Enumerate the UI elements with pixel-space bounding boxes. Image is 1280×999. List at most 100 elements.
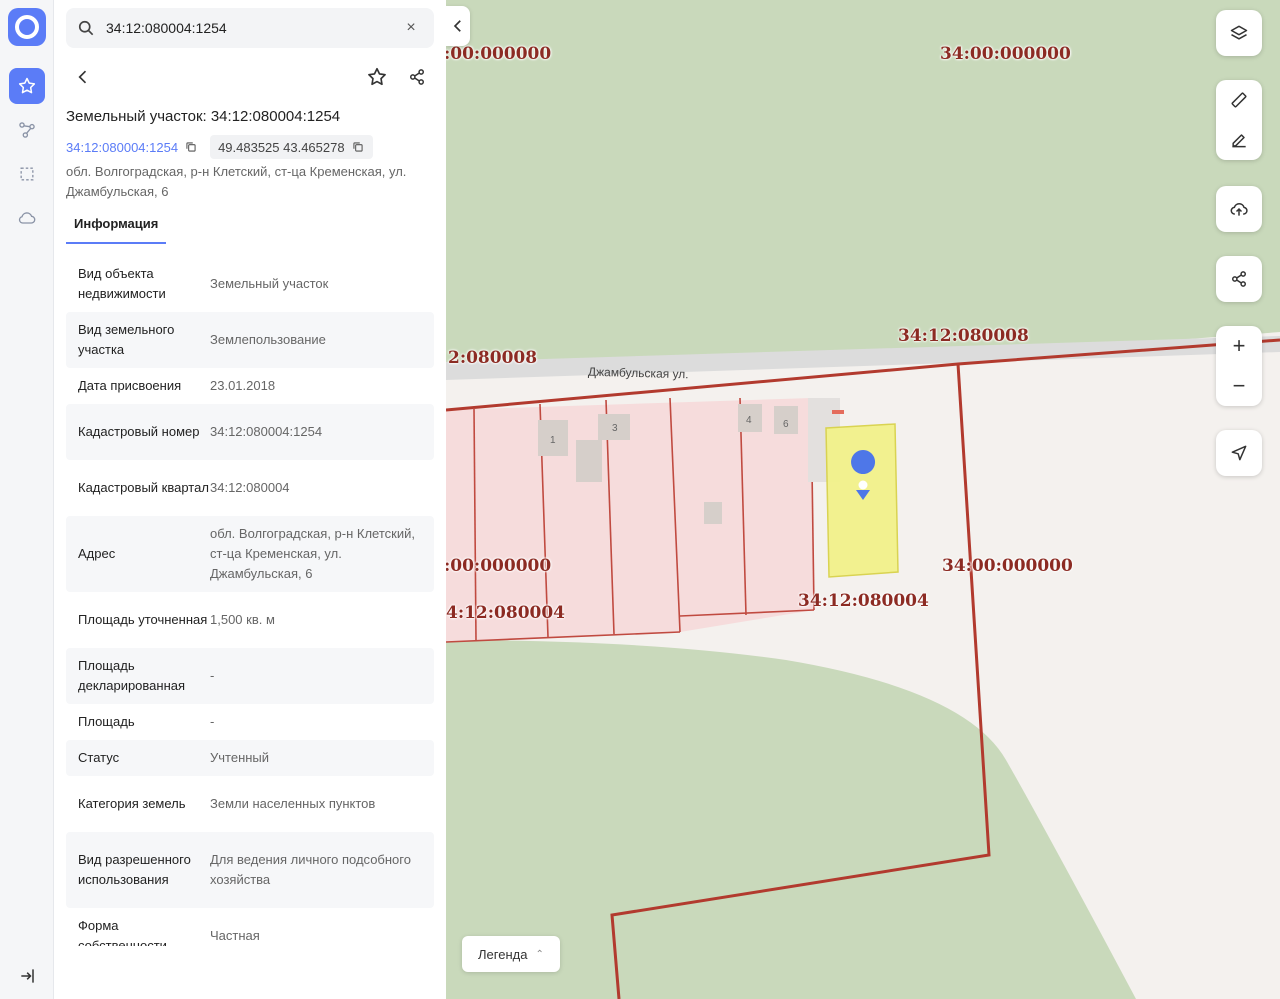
row-value: Для ведения личного подсобного хозяйства [210, 852, 411, 887]
row-value: - [210, 714, 215, 729]
row-label: Вид объекта недвижимости [78, 266, 166, 301]
table-row: Категория земель Земли населенных пунктов [66, 776, 434, 832]
legend-button[interactable]: Легенда ⌃ [462, 936, 560, 972]
table-row: Статус Учтенный [66, 740, 434, 776]
row-label: Кадастровый номер [78, 424, 200, 439]
tab-information[interactable]: Информация [66, 212, 167, 244]
map-view[interactable]: :00:000000 34:00:000000 34:12:080008 2:0… [446, 0, 1280, 999]
table-row: Вид разрешенного использования Для ведени… [66, 832, 434, 908]
row-label: Площадь декларированная [78, 658, 186, 693]
search-input[interactable] [106, 20, 396, 36]
cadastral-label: :00:000000 [446, 44, 552, 64]
id-chips: 34:12:080004:1254 49.483525 43.465278 [66, 135, 373, 159]
panel-toolbar [66, 60, 434, 94]
collapse-panel-button[interactable] [446, 6, 470, 46]
building-number: 1 [550, 435, 556, 446]
search-icon [66, 18, 106, 38]
row-value: 1,500 кв. м [210, 612, 275, 627]
row-label: Кадастровый квартал [78, 480, 209, 495]
table-row: Дата присвоения 23.01.2018 [66, 368, 434, 404]
row-label: Площадь уточненная [78, 612, 208, 627]
table-row: Площадь - [66, 704, 434, 740]
zoom-in-button[interactable]: + [1233, 335, 1246, 357]
search-bar: × [66, 8, 434, 48]
cadastral-label: 4:12:080004 [446, 603, 566, 623]
row-label: Площадь [78, 714, 135, 729]
cadastral-label: 34:12:080008 [898, 326, 1029, 346]
building-number: 4 [746, 415, 752, 426]
layers-button[interactable] [1216, 10, 1262, 56]
row-label: Вид земельного участка [78, 322, 175, 357]
back-icon[interactable] [66, 60, 100, 94]
row-value: Частная [210, 928, 260, 943]
share-icon[interactable] [400, 60, 434, 94]
coordinates-text: 49.483525 43.465278 [218, 139, 345, 155]
cadastral-label: 2:080008 [448, 348, 538, 368]
cadastral-label: 34:00:000000 [942, 556, 1073, 576]
row-value: Земли населенных пунктов [210, 796, 376, 811]
building-number: 6 [783, 419, 789, 430]
locate-button[interactable] [1216, 430, 1262, 476]
table-row: Площадь декларированная - [66, 648, 434, 704]
app-logo-icon[interactable] [8, 8, 46, 46]
copy-icon[interactable] [351, 140, 365, 154]
page-title: Земельный участок: 34:12:080004:1254 [66, 108, 341, 125]
layers-icon [1230, 25, 1248, 40]
draw-tools-group [1216, 80, 1262, 160]
cadastral-label: 34:00:000000 [940, 44, 1071, 64]
share-icon [1232, 271, 1246, 287]
row-value: обл. Волгоградская, р-н Клетский, ст-ца … [210, 526, 415, 581]
row-value: 23.01.2018 [210, 378, 276, 393]
share-map-button[interactable] [1216, 256, 1262, 302]
copy-icon[interactable] [184, 140, 198, 154]
cadastral-number-link[interactable]: 34:12:080004:1254 [66, 135, 198, 159]
row-value: Учтенный [210, 750, 270, 765]
row-label: Дата присвоения [78, 378, 182, 393]
coordinates-chip[interactable]: 49.483525 43.465278 [210, 135, 373, 159]
info-table: Вид объекта недвижимости Земельный участо… [66, 256, 434, 946]
row-label: Адрес [78, 546, 116, 561]
logout-icon[interactable] [14, 962, 42, 990]
legend-label: Легенда [478, 946, 528, 962]
table-row: Кадастровый номер 34:12:080004:1254 [66, 404, 434, 460]
upload-button[interactable] [1216, 186, 1262, 232]
row-label: Форма собственности [78, 918, 167, 946]
row-value: - [210, 668, 215, 683]
left-rail [0, 0, 54, 999]
row-label: Категория земель [78, 796, 186, 811]
row-label: Статус [78, 750, 120, 765]
cloud-upload-icon [1230, 203, 1248, 216]
table-row: Площадь уточненная 1,500 кв. м [66, 592, 434, 648]
table-row: Кадастровый квартал 34:12:080004 [66, 460, 434, 516]
ruler-icon[interactable] [1229, 90, 1249, 110]
address-line: обл. Волгоградская, р-н Клетский, ст-ца … [66, 164, 407, 199]
edit-icon[interactable] [1229, 130, 1249, 150]
table-row: Вид объекта недвижимости Земельный участо… [66, 256, 434, 312]
favorites-star-icon[interactable] [9, 68, 45, 104]
chevron-left-icon [453, 20, 461, 32]
cloud-icon[interactable] [9, 200, 45, 236]
cadastral-label: 34:12:080004 [798, 591, 929, 611]
info-panel: × Земельный участок: 34:12:080004:1254 3… [54, 0, 446, 999]
zoom-out-button[interactable]: − [1233, 375, 1246, 397]
row-value: 34:12:080004:1254 [210, 424, 323, 439]
clear-search-icon[interactable]: × [396, 19, 426, 37]
row-label: Вид разрешенного использования [78, 852, 191, 887]
navigation-arrow-icon [1231, 445, 1247, 461]
table-row: Форма собственности Частная [66, 908, 434, 946]
table-row: Вид земельного участка Землепользование [66, 312, 434, 368]
zoom-controls: + − [1216, 326, 1262, 406]
route-icon[interactable] [9, 112, 45, 148]
row-value: Землепользование [210, 332, 326, 347]
map-canvas [446, 0, 1280, 999]
table-row: Адрес обл. Волгоградская, р-н Клетский, с… [66, 516, 434, 592]
cadastral-number-text: 34:12:080004:1254 [66, 139, 179, 155]
row-value: Земельный участок [210, 276, 329, 291]
chevron-up-icon: ⌃ [535, 948, 544, 960]
row-value: 34:12:080004 [210, 480, 290, 495]
area-select-icon[interactable] [9, 156, 45, 192]
favorite-star-icon[interactable] [360, 60, 394, 94]
cadastral-label: :00:000000 [446, 556, 552, 576]
building-number: 3 [612, 423, 618, 434]
street-label: Джамбульская ул. [587, 364, 689, 382]
